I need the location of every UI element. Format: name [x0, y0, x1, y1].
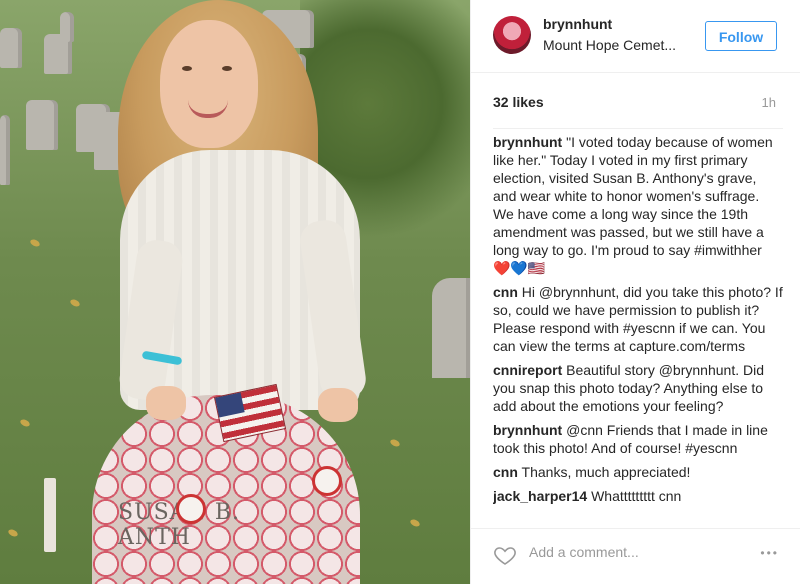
i-voted-sticker [312, 466, 342, 496]
face [160, 20, 258, 148]
post-time: 1h [761, 95, 776, 110]
fallen-leaf [409, 518, 421, 528]
post-header: brynnhunt Mount Hope Cemet... Follow [471, 0, 800, 73]
comment-username[interactable]: cnn [493, 464, 518, 480]
comments-list: brynnhunt "I voted today because of wome… [493, 128, 783, 525]
comment-text: Whattttttttt cnn [591, 488, 682, 504]
i-voted-sticker [176, 494, 206, 524]
right-hand [318, 388, 358, 422]
comment: cnnireport Beautiful story @brynnhunt. D… [493, 361, 783, 415]
wooden-stake [44, 478, 56, 552]
comment-footer: Add a comment... ••• [471, 528, 800, 585]
more-options-icon[interactable]: ••• [760, 546, 779, 560]
post-sidebar: brynnhunt Mount Hope Cemet... Follow 32 … [470, 0, 800, 584]
follow-button[interactable]: Follow [705, 21, 777, 51]
instagram-post: SUSAN B. ANTH brynnhunt Mount Hope Cemet… [0, 0, 800, 584]
eye [182, 66, 192, 71]
left-hand [146, 386, 186, 420]
tombstone [432, 278, 470, 378]
comment-username[interactable]: cnnireport [493, 362, 562, 378]
fallen-leaf [389, 438, 401, 448]
heart-icon[interactable] [493, 543, 517, 567]
comment-text: Thanks, much appreciated! [521, 464, 691, 480]
comment-text: Hi @brynnhunt, did you take this photo? … [493, 284, 783, 354]
comment-text: "I voted today because of women like her… [493, 134, 773, 276]
post-photo[interactable]: SUSAN B. ANTH [0, 0, 470, 584]
location[interactable]: Mount Hope Cemet... [543, 37, 676, 53]
fallen-leaf [7, 528, 19, 538]
fallen-leaf [19, 418, 31, 428]
comment-username[interactable]: cnn [493, 284, 518, 300]
username[interactable]: brynnhunt [543, 16, 612, 32]
comment: cnn Thanks, much appreciated! [493, 463, 783, 481]
tombstone [0, 28, 22, 68]
tombstone [26, 100, 58, 150]
add-comment-input[interactable]: Add a comment... [529, 544, 639, 560]
comment: brynnhunt "I voted today because of wome… [493, 133, 783, 277]
comment: brynnhunt @cnn Friends that I made in li… [493, 421, 783, 457]
comment-username[interactable]: brynnhunt [493, 422, 562, 438]
fallen-leaf [29, 238, 41, 248]
comment-username[interactable]: brynnhunt [493, 134, 562, 150]
fallen-leaf [69, 298, 81, 308]
likes-count[interactable]: 32 likes [493, 94, 544, 110]
comment: cnn Hi @brynnhunt, did you take this pho… [493, 283, 783, 355]
comment: jack_harper14 Whattttttttt cnn [493, 487, 783, 505]
tombstone [0, 115, 10, 185]
avatar[interactable] [493, 16, 531, 54]
comment-username[interactable]: jack_harper14 [493, 488, 587, 504]
tombstone [60, 12, 74, 42]
eye [222, 66, 232, 71]
